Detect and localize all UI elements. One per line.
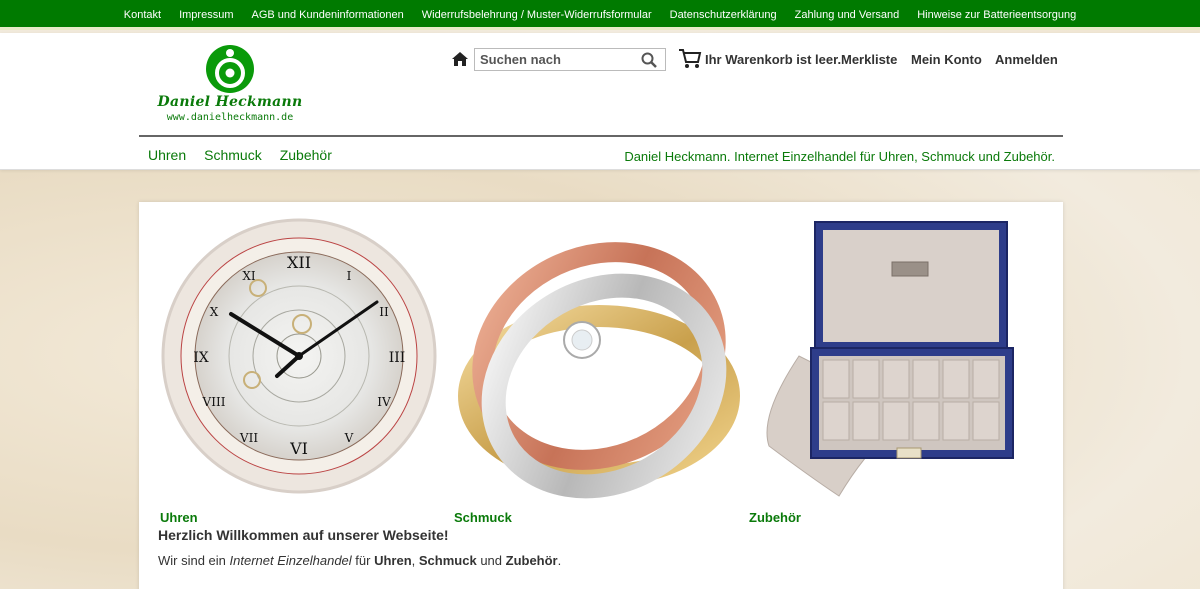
main-content: XII III VI IX I II IV V VII VIII X XI Uh… [139, 202, 1063, 589]
intro-bold-uhren: Uhren [374, 553, 412, 568]
intro-bold-schmuck: Schmuck [418, 553, 477, 568]
svg-text:I: I [347, 269, 352, 283]
search-box [474, 48, 666, 71]
nav-item-schmuck[interactable]: Schmuck [204, 147, 262, 163]
intro-text-4: und [476, 553, 506, 568]
intro-text-2: für [351, 553, 375, 568]
topbar-link-kontakt[interactable]: Kontakt [124, 9, 161, 21]
topbar-link-zahlung[interactable]: Zahlung und Versand [795, 9, 900, 21]
topbar-link-batterie[interactable]: Hinweise zur Batterieentsorgung [917, 9, 1076, 21]
login-link[interactable]: Anmelden [995, 52, 1058, 67]
cart-status[interactable]: Ihr Warenkorb ist leer. [705, 52, 841, 67]
intro-text-5: . [557, 553, 562, 568]
logo-mark-icon [206, 45, 254, 93]
logo[interactable]: Daniel Heckmann www.danielheckmann.de [145, 44, 315, 126]
category-uhren[interactable]: XII III VI IX I II IV V VII VIII X XI Uh… [159, 216, 449, 525]
search-input[interactable] [475, 49, 635, 70]
logo-name: Daniel Heckmann [157, 94, 303, 110]
service-links: Kontakt Impressum AGB und Kundeninformat… [0, 0, 1200, 30]
intro-italic: Internet Einzelhandel [229, 553, 352, 568]
category-label-schmuck[interactable]: Schmuck [454, 510, 512, 525]
svg-text:XII: XII [287, 253, 311, 272]
topbar-link-agb[interactable]: AGB und Kundeninformationen [251, 9, 403, 21]
nav-item-zubehoer[interactable]: Zubehör [280, 147, 332, 163]
svg-text:II: II [379, 305, 389, 319]
svg-text:III: III [389, 350, 406, 366]
cart-icon[interactable] [678, 48, 702, 70]
intro-text-3: , [411, 553, 419, 568]
logo-url: www.danielheckmann.de [166, 112, 294, 123]
category-label-uhren[interactable]: Uhren [160, 510, 198, 525]
wishlist-link[interactable]: Merkliste [841, 52, 897, 67]
header-divider [139, 135, 1063, 137]
svg-text:V: V [344, 431, 354, 445]
topbar-link-widerruf[interactable]: Widerrufsbelehrung / Muster-Widerrufsfor… [422, 9, 652, 21]
site-header: Daniel Heckmann www.danielheckmann.de Ih… [0, 33, 1200, 170]
category-zubehoer[interactable]: Zubehör [749, 216, 1039, 525]
watch-box-image [766, 221, 1014, 497]
home-icon[interactable] [451, 50, 469, 68]
welcome-text: Wir sind ein Internet Einzelhandel für U… [158, 553, 561, 568]
category-schmuck[interactable]: Schmuck [454, 216, 744, 525]
main-nav: Uhren Schmuck Zubehör [148, 147, 350, 163]
svg-text:VII: VII [239, 431, 258, 445]
intro-bold-zubehoer: Zubehör [505, 553, 558, 568]
nav-item-uhren[interactable]: Uhren [148, 147, 186, 163]
ring-image [458, 242, 740, 499]
wall-clock-image: XII III VI IX I II IV V VII VIII X XI [161, 218, 437, 494]
search-icon[interactable] [641, 52, 657, 68]
svg-text:VI: VI [289, 439, 308, 458]
my-account-link[interactable]: Mein Konto [911, 52, 982, 67]
svg-text:IV: IV [377, 395, 391, 409]
svg-text:XI: XI [242, 269, 256, 283]
category-label-zubehoer[interactable]: Zubehör [749, 510, 801, 525]
topbar-link-impressum[interactable]: Impressum [179, 9, 233, 21]
intro-text-1: Wir sind ein [158, 553, 230, 568]
svg-text:VIII: VIII [202, 395, 226, 409]
svg-text:X: X [210, 305, 219, 319]
topbar-link-datenschutz[interactable]: Datenschutzerklärung [670, 9, 777, 21]
welcome-heading: Herzlich Willkommen auf unserer Webseite… [158, 527, 449, 543]
svg-text:IX: IX [193, 350, 209, 366]
top-bar: Kontakt Impressum AGB und Kundeninformat… [0, 0, 1200, 30]
tagline: Daniel Heckmann. Internet Einzelhandel f… [624, 149, 1055, 164]
